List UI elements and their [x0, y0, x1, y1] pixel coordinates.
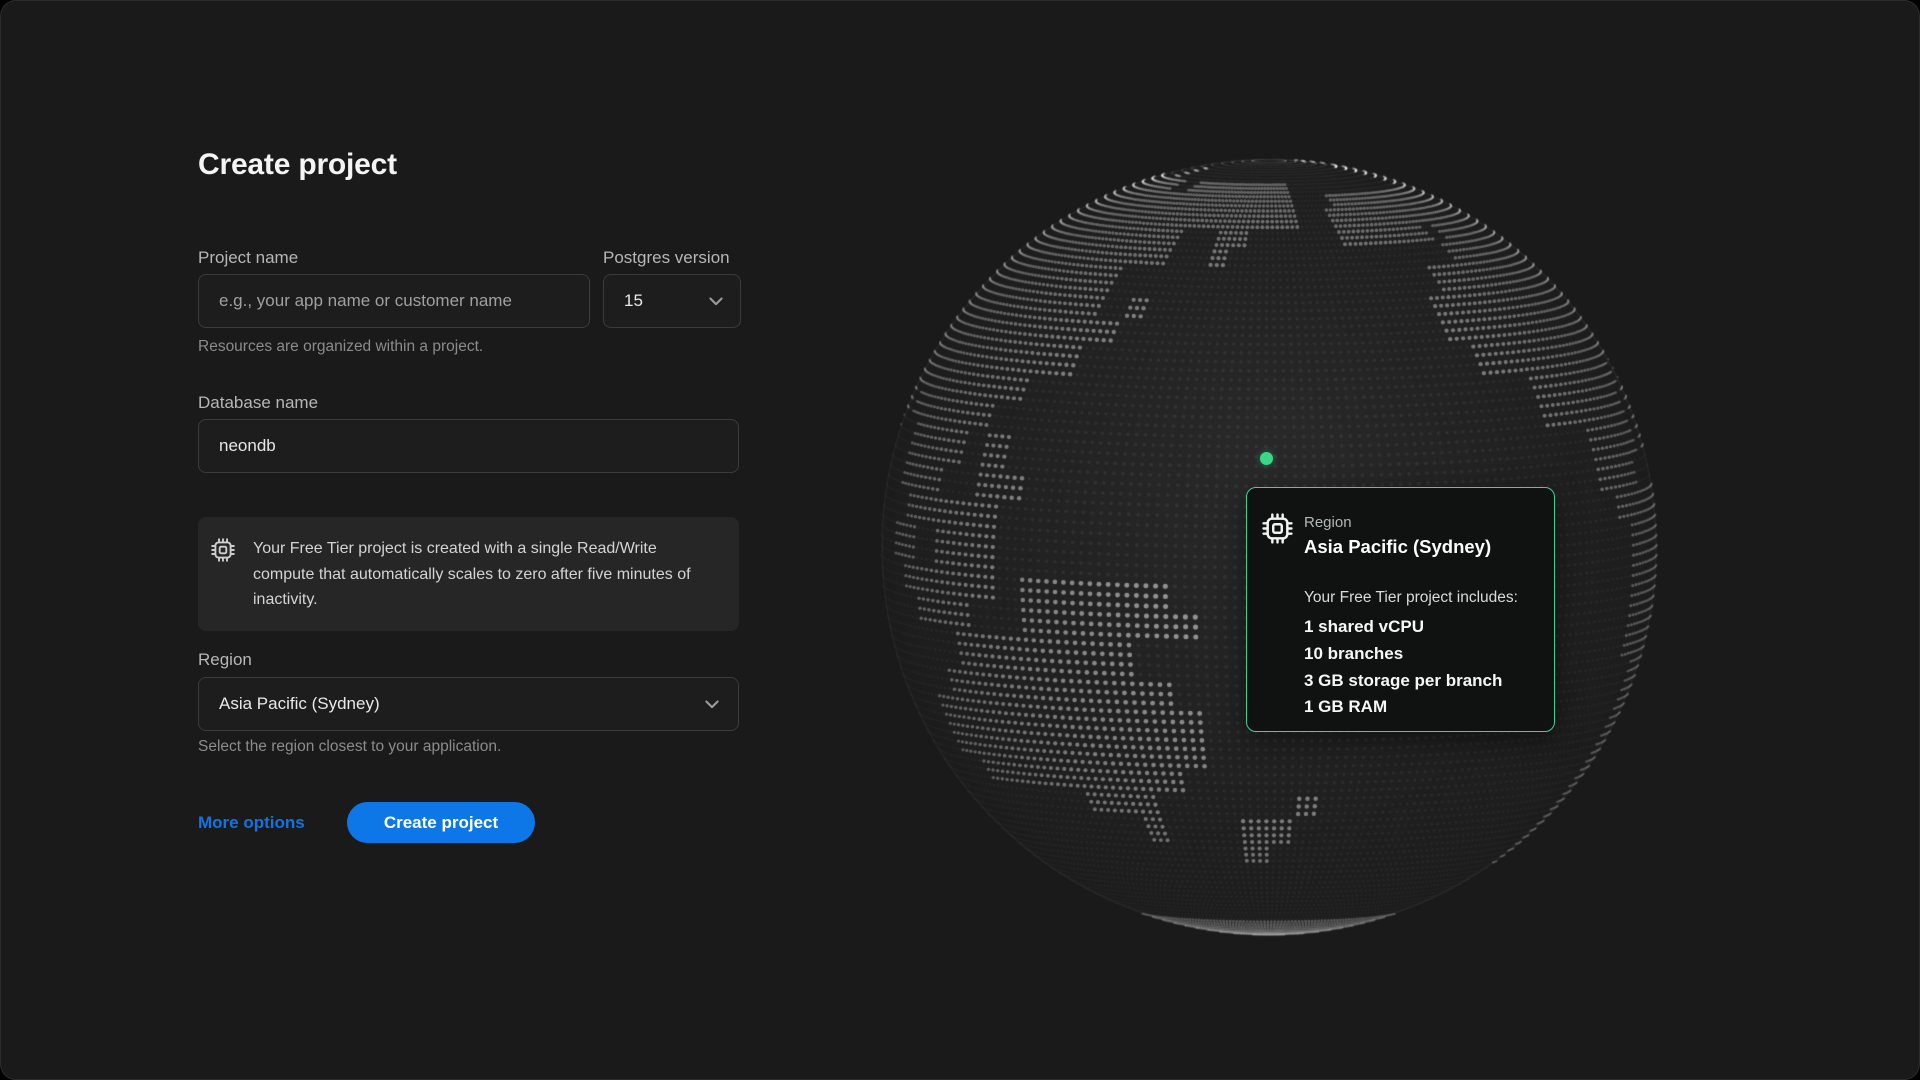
region-value: Asia Pacific (Sydney) [219, 694, 380, 714]
database-name-label: Database name [198, 393, 318, 413]
compute-chip-icon [211, 538, 235, 562]
free-tier-info-box: Your Free Tier project is created with a… [198, 517, 739, 631]
region-select[interactable]: Asia Pacific (Sydney) [198, 677, 739, 731]
project-name-label: Project name [198, 248, 298, 268]
project-name-helper: Resources are organized within a project… [198, 337, 483, 356]
region-label: Region [198, 650, 252, 670]
screen: Region Asia Pacific (Sydney) Your Free T… [0, 0, 1920, 1080]
database-name-field[interactable] [198, 419, 739, 473]
tooltip-include-item: 1 GB RAM [1304, 694, 1502, 721]
project-name-input[interactable] [199, 291, 589, 311]
postgres-version-value: 15 [624, 291, 643, 311]
create-project-button[interactable]: Create project [347, 802, 535, 843]
tooltip-includes-list: 1 shared vCPU 10 branches 3 GB storage p… [1304, 614, 1502, 721]
page-title: Create project [198, 147, 397, 183]
chevron-down-icon [702, 694, 722, 714]
create-project-window: Region Asia Pacific (Sydney) Your Free T… [0, 0, 1920, 1080]
region-tooltip-card: Region Asia Pacific (Sydney) Your Free T… [1246, 487, 1555, 732]
database-name-input[interactable] [199, 436, 738, 456]
postgres-version-select[interactable]: 15 [603, 274, 741, 328]
compute-chip-icon [1262, 513, 1293, 544]
postgres-version-label: Postgres version [603, 248, 730, 268]
tooltip-region-value: Asia Pacific (Sydney) [1304, 535, 1491, 558]
tooltip-includes-heading: Your Free Tier project includes: [1304, 588, 1518, 608]
tooltip-include-item: 3 GB storage per branch [1304, 668, 1502, 695]
more-options-button[interactable]: More options [198, 811, 305, 835]
tooltip-region-label: Region [1304, 514, 1352, 532]
region-helper: Select the region closest to your applic… [198, 737, 501, 756]
tooltip-include-item: 1 shared vCPU [1304, 614, 1502, 641]
tooltip-include-item: 10 branches [1304, 641, 1502, 668]
chevron-down-icon [706, 291, 726, 311]
region-location-marker-icon [1260, 452, 1273, 465]
project-name-field[interactable] [198, 274, 590, 328]
free-tier-note: Your Free Tier project is created with a… [253, 536, 701, 613]
